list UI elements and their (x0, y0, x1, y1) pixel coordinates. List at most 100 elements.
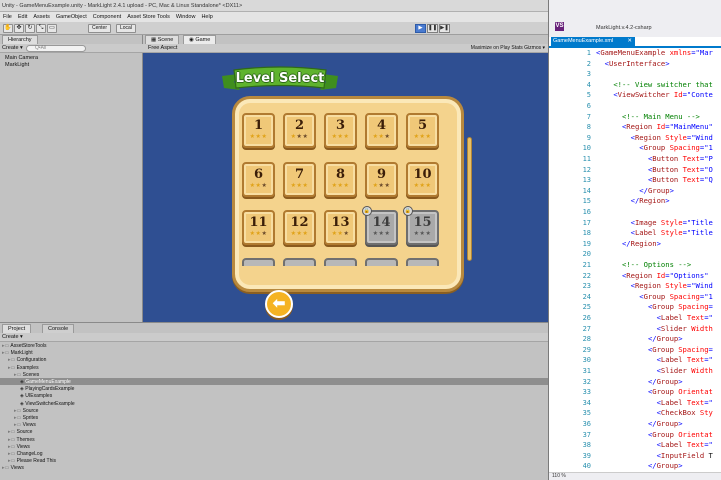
star-icon: ★ (384, 134, 391, 140)
tab-hierarchy[interactable]: Hierarchy (2, 35, 38, 44)
menu-item[interactable]: File (3, 12, 12, 22)
code-line: <Button Text="O (596, 165, 713, 176)
hand-tool-button[interactable]: ✋ (3, 24, 13, 33)
level-tile[interactable]: 4 ★★★ (365, 113, 398, 148)
close-icon[interactable]: ✕ (627, 37, 635, 46)
level-tile[interactable]: 13 ★★★ (324, 210, 357, 245)
tab-hierarchy-label: Hierarchy (8, 37, 32, 43)
project-folder-item[interactable]: ▸▭ ChangeLog (8, 451, 42, 458)
step-button[interactable]: ▶❚ (439, 24, 450, 33)
level-tile-partial[interactable] (283, 258, 316, 266)
menu-item[interactable]: Assets (33, 12, 50, 22)
level-tile[interactable]: 9 ★★★ (365, 162, 398, 197)
hierarchy-panel: Hierarchy Create ▾ Q•All Main Camera Mar… (0, 35, 143, 322)
project-panel: Project Console Create ▾ ▸▭ AssetStoreTo… (0, 322, 548, 480)
level-tile[interactable]: 6 ★★★ (242, 162, 275, 197)
project-scene-item[interactable]: ◈ UIExamples (20, 393, 52, 400)
line-number: 23 (582, 282, 591, 291)
code-token: =" (704, 440, 713, 450)
project-folder-item[interactable]: ▸▭ Configuration (8, 357, 46, 364)
tab-scene[interactable]: ▦ Scene (145, 35, 180, 44)
code-line: <Slider Width (596, 324, 713, 335)
project-item-label: Scenes (22, 371, 40, 378)
project-folder-item[interactable]: ▸▭ Sprites (14, 415, 38, 422)
scale-tool-button[interactable]: ⤡ (36, 24, 46, 33)
line-number: 10 (582, 144, 591, 153)
project-create-button[interactable]: Create ▾ (2, 334, 23, 341)
project-folder-item[interactable]: ▸▭ Please Read This (8, 458, 56, 465)
menu-item[interactable]: Edit (18, 12, 27, 22)
pivot-center-button[interactable]: Center (88, 24, 112, 33)
play-button[interactable]: ▶ (415, 24, 426, 33)
level-tile[interactable]: 2 ★★★ (283, 113, 316, 148)
level-list-scrollbar[interactable] (467, 137, 472, 261)
level-tile[interactable]: 10 ★★★ (406, 162, 439, 197)
pause-button[interactable]: ❚❚ (427, 24, 438, 33)
menu-item[interactable]: Window (176, 12, 196, 22)
pivot-local-button[interactable]: Local (116, 24, 136, 33)
rotate-tool-button[interactable]: ↻ (25, 24, 35, 33)
project-folder-item[interactable]: ▸▭ Views (8, 444, 30, 451)
project-scene-item[interactable]: ◈ PlayingCardsExample (20, 386, 74, 393)
level-tile[interactable]: 3 ★★★ (324, 113, 357, 148)
code-line: <ViewSwitcher Id="Conte (596, 90, 713, 101)
vs-file-tab[interactable]: GameMenuExample.xml ✕ (551, 37, 635, 46)
level-tile[interactable]: 8 ★★★ (324, 162, 357, 197)
project-folder-item[interactable]: ▸▭ Examples (8, 365, 39, 372)
hierarchy-create-button[interactable]: Create ▾ (2, 45, 23, 52)
project-scene-item[interactable]: ◈ ViewSwitcherExample (20, 401, 75, 408)
code-token: Group (656, 461, 679, 471)
game-view-options[interactable]: Maximize on Play Stats Gizmos ▾ (471, 45, 545, 52)
star-icon: ★ (261, 134, 268, 140)
back-button[interactable]: ⬅ (265, 290, 293, 318)
menu-item[interactable]: Component (93, 12, 121, 22)
project-folder-item[interactable]: ▸▭ Views (14, 422, 36, 429)
menu-item[interactable]: Help (201, 12, 212, 22)
project-scene-item[interactable]: ◈ GameMenuExample (20, 379, 71, 386)
code-line: <Group Spacing="1 (596, 292, 713, 303)
aspect-dropdown[interactable]: Free Aspect (148, 45, 177, 52)
project-folder-item[interactable]: ▸▭ Source (8, 429, 32, 436)
project-folder-item[interactable]: ▸▭ Themes (8, 437, 35, 444)
code-token: > (678, 376, 683, 386)
level-tile-partial[interactable] (242, 258, 275, 266)
code-line: </Group> (596, 186, 674, 197)
level-tile[interactable]: 14 ★★★ 🔒 (362, 206, 398, 245)
level-tile[interactable]: 7 ★★★ (283, 162, 316, 197)
level-stars: ★★★ (326, 231, 355, 238)
unity-toolbar: ✋ ✥ ↻ ⤡ ▭ Center Local ▶ ❚❚ ▶❚ (0, 22, 548, 35)
level-number: 8 (335, 167, 346, 182)
level-number: 12 (290, 215, 309, 230)
code-token: <!-- Options --> (621, 260, 692, 269)
hierarchy-search-input[interactable]: Q•All (26, 45, 86, 52)
level-tile[interactable]: 1 ★★★ (242, 113, 275, 148)
tab-console[interactable]: Console (42, 324, 75, 333)
rect-tool-button[interactable]: ▭ (47, 24, 57, 33)
tab-game[interactable]: ◉ Game (183, 35, 217, 44)
level-tile[interactable]: 5 ★★★ (406, 113, 439, 148)
line-number: 1 (586, 49, 591, 57)
level-tile-partial[interactable] (406, 258, 439, 266)
level-tile-partial[interactable] (324, 258, 357, 266)
game-view[interactable]: Level Select 1 ★★★ 2 ★★★ 3 ★★★ 4 ★★★ 5 ★★★ 6 ★★★ 7 ★★… (143, 53, 548, 322)
level-tile[interactable]: 15 ★★★ 🔒 (403, 206, 439, 245)
project-folder-item[interactable]: ▸▭ AssetStoreTools (2, 343, 47, 350)
level-tile[interactable]: 12 ★★★ (283, 210, 316, 245)
project-folder-item[interactable]: ▸▭ Scenes (14, 372, 39, 379)
hierarchy-item[interactable]: Main Camera (0, 55, 142, 62)
move-tool-button[interactable]: ✥ (14, 24, 24, 33)
project-folder-item[interactable]: ▸▭ Source (14, 408, 38, 415)
vs-zoom-level[interactable]: 110 % (549, 472, 721, 480)
level-tile-partial[interactable] (365, 258, 398, 266)
project-folder-item[interactable]: ▸▭ Views (2, 465, 24, 472)
level-tile[interactable]: 11 ★★★ (242, 210, 275, 245)
menu-item[interactable]: GameObject (56, 12, 87, 22)
menu-item[interactable]: Asset Store Tools (127, 12, 170, 22)
hierarchy-item[interactable]: MarkLight (0, 62, 142, 69)
project-folder-item[interactable]: ▸▭ MarkLight (2, 350, 33, 357)
tab-project[interactable]: Project (2, 324, 32, 333)
